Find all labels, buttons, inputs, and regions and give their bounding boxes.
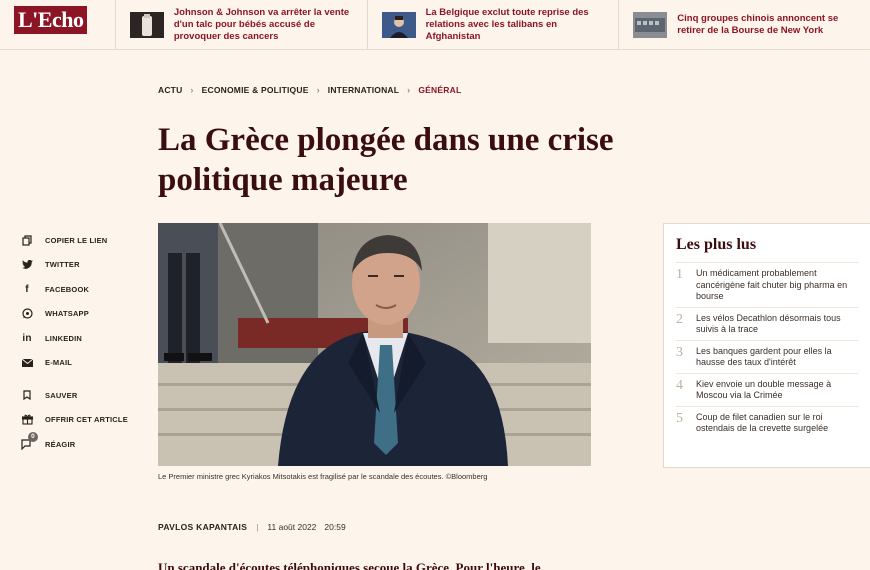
news-ticker-item-3[interactable]: Cinq groupes chinois annoncent se retire… [618,0,870,50]
save-label: SAUVER [45,390,78,400]
site-logo: L'Echo [14,6,88,34]
facebook-icon: f [25,283,29,295]
linkedin-icon: in [22,332,32,344]
breadcrumb-international[interactable]: INTERNATIONAL [328,85,399,95]
logo-link[interactable]: L'Echo [0,0,115,50]
breadcrumb-actu[interactable]: ACTU [158,85,182,95]
most-read-text: Les vélos Decathlon désormais tous suivi… [696,312,841,335]
breadcrumb-current[interactable]: GÉNÉRAL [418,85,461,95]
facebook-share-button[interactable]: f FACEBOOK [20,277,128,302]
chevron-right-icon: › [190,85,194,95]
mail-icon [20,356,34,370]
article-title: La Grèce plongée dans une crise politiqu… [158,122,614,198]
chinese-companies-thumbnail [633,12,668,38]
author-name[interactable]: PAVLOS KAPANTAIS [158,522,247,532]
linkedin-label: LINKEDIN [45,333,83,343]
news-ticker-text: Johnson & Johnson va arrêter la vente d'… [173,7,350,42]
publish-time: 20:59 [324,522,346,532]
twitter-label: TWITTER [45,260,80,270]
breadcrumb-economie[interactable]: ECONOMIE & POLITIQUE [202,85,309,95]
twitter-share-button[interactable]: TWITTER [20,253,128,278]
publish-date: 11 août 2022 [267,522,317,532]
most-read-title: Les plus lus [676,236,757,253]
chevron-right-icon: › [316,85,320,95]
most-read-rank: 1 [676,267,683,282]
most-read-rank: 5 [676,410,683,426]
news-ticker-text: Cinq groupes chinois annoncent se retire… [677,13,839,36]
comment-icon: 0 [20,432,38,451]
whatsapp-label: WHATSAPP [45,309,89,319]
news-ticker-text: La Belgique exclut toute reprise des rel… [425,7,589,42]
photo-caption: Le Premier ministre grec Kyriakos Mitsot… [158,472,488,481]
email-label: E-MAIL [45,358,73,368]
react-label: RÉAGIR [45,439,76,449]
news-ticker-item-1[interactable]: Johnson & Johnson va arrêter la vente d'… [114,0,367,50]
breadcrumb: ACTU › ECONOMIE & POLITIQUE › INTERNATIO… [158,85,461,95]
whatsapp-share-button[interactable]: WHATSAPP [20,302,128,327]
gift-icon [20,413,34,427]
copy-link-icon [20,233,34,247]
share-sidebar: COPIER LE LIEN TWITTER f FACEBOOK WHATSA… [20,228,128,457]
facebook-label: FACEBOOK [45,284,90,294]
gift-article-button[interactable]: OFFRIR CET ARTICLE [20,408,128,433]
comment-count-badge: 0 [28,432,38,443]
most-read-item[interactable]: 4 Kiev envoie un double message à Moscou… [676,372,858,406]
article-photo [158,223,591,466]
chevron-right-icon: › [407,85,411,95]
most-read-rank: 4 [676,377,683,393]
copy-link-button[interactable]: COPIER LE LIEN [20,228,128,253]
article-byline: PAVLOS KAPANTAIS | 11 août 2022 20:59 [158,522,346,532]
email-share-button[interactable]: E-MAIL [20,351,128,376]
most-read-rank: 2 [676,311,683,327]
news-ticker-item-2[interactable]: La Belgique exclut toute reprise des rel… [366,0,619,50]
most-read-text: Un médicament probablement cancérigène f… [696,268,848,301]
article-lead: Un scandale d'écoutes téléphoniques seco… [158,560,541,570]
article-photo-illustration [158,223,591,466]
gift-article-label: OFFRIR CET ARTICLE [45,415,128,425]
most-read-text: Coup de filet canadien sur le roi ostend… [696,411,829,434]
copy-link-label: COPIER LE LIEN [45,235,108,245]
johnson-talc-thumbnail [129,12,164,38]
twitter-icon [20,258,34,272]
top-bar: L'Echo Johnson & Johnson va arrêter la v… [0,0,870,50]
most-read-item[interactable]: 3 Les banques gardent pour elles la haus… [676,339,858,373]
react-button[interactable]: 0 RÉAGIR [20,432,128,457]
belgium-minister-thumbnail [381,12,416,38]
most-read-item[interactable]: 2 Les vélos Decathlon désormais tous sui… [676,306,858,340]
most-read-rank: 3 [676,344,683,360]
whatsapp-icon [20,307,34,321]
most-read-item[interactable]: 1 Un médicament probablement cancérigène… [676,262,858,307]
bookmark-icon [20,388,34,402]
most-read-panel: Les plus lus 1 Un médicament probablemen… [663,223,870,468]
byline-separator: | [256,522,259,532]
most-read-text: Les banques gardent pour elles la hausse… [696,345,832,368]
most-read-item[interactable]: 5 Coup de filet canadien sur le roi oste… [676,405,858,439]
linkedin-share-button[interactable]: in LINKEDIN [20,326,128,351]
save-button[interactable]: SAUVER [20,383,128,408]
most-read-text: Kiev envoie un double message à Moscou v… [696,378,832,401]
